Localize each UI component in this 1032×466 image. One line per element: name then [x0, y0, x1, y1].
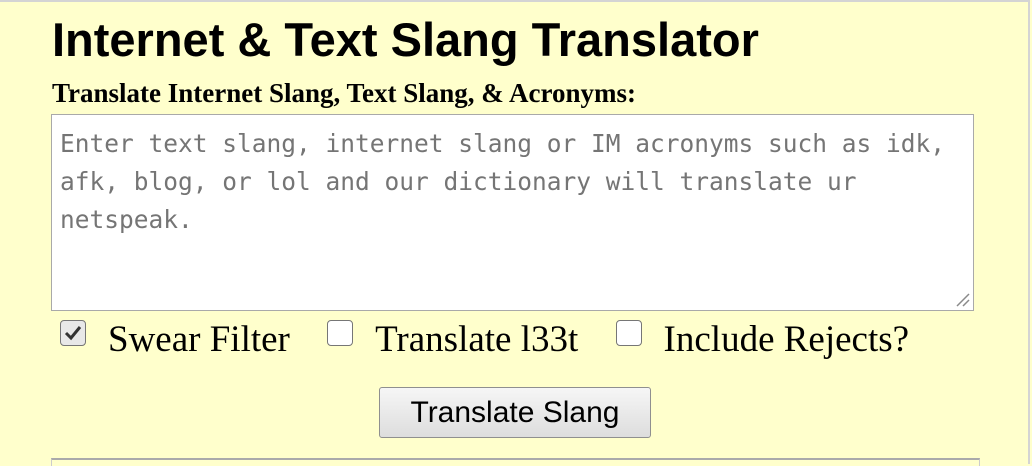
swear-filter-checkbox[interactable]: [60, 320, 86, 346]
translate-slang-button[interactable]: Translate Slang: [379, 387, 651, 438]
translate-l33t-label: Translate l33t: [375, 319, 579, 360]
checkmark-icon: [64, 326, 82, 341]
options-row: Swear Filter Translate l33t Include Reje…: [60, 315, 909, 365]
swear-filter-label: Swear Filter: [108, 319, 290, 360]
translate-l33t-option[interactable]: Translate l33t: [327, 315, 578, 365]
page-title: Internet & Text Slang Translator: [52, 13, 759, 66]
resize-grip-icon[interactable]: [953, 290, 971, 308]
results-divider: [51, 458, 980, 466]
translate-l33t-checkbox[interactable]: [327, 320, 354, 346]
include-rejects-label: Include Rejects?: [663, 319, 910, 360]
page-subtitle: Translate Internet Slang, Text Slang, & …: [52, 78, 637, 108]
include-rejects-checkbox[interactable]: [615, 320, 642, 346]
slang-input[interactable]: [51, 114, 974, 311]
swear-filter-option[interactable]: Swear Filter: [60, 315, 290, 365]
include-rejects-option[interactable]: Include Rejects?: [615, 315, 910, 365]
